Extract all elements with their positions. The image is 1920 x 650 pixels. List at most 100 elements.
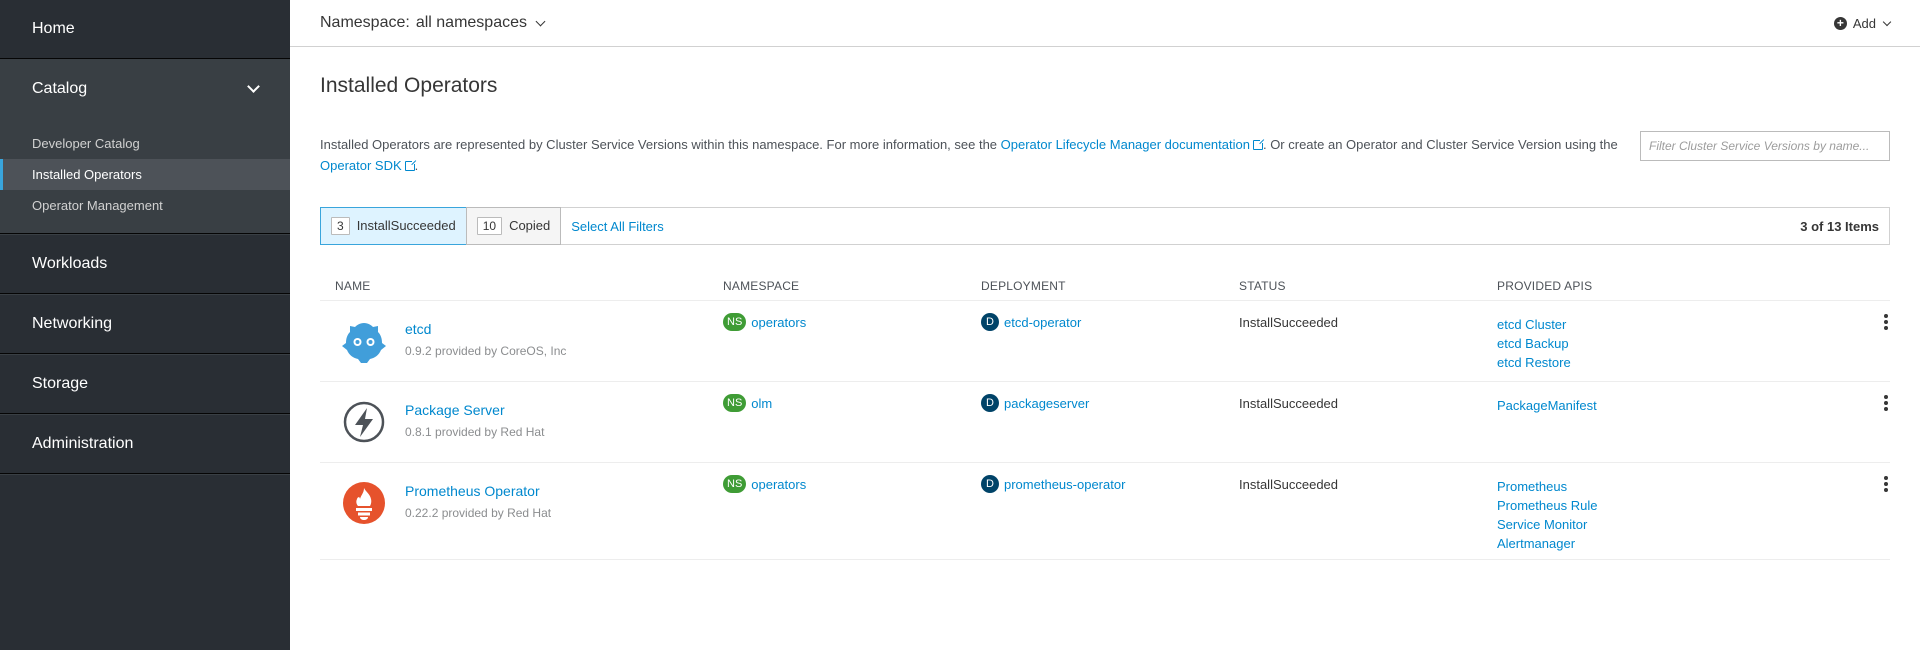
select-all-filters-link[interactable]: Select All Filters [571,219,663,234]
deployment-cell: D packageserver [981,394,1089,412]
lightning-bolt-icon [343,401,385,443]
external-link-icon [404,159,417,171]
operator-name-link[interactable]: etcd [405,321,431,337]
chevron-down-icon [1882,17,1892,26]
operator-version-provider: 0.22.2 provided by Red Hat [405,506,552,520]
external-link-icon [1252,138,1265,150]
provided-api-link[interactable]: PackageManifest [1497,396,1597,415]
nav-workloads[interactable]: Workloads [0,234,290,293]
plus-circle-icon: + [1833,16,1847,30]
nav-operator-management-label: Operator Management [32,198,163,213]
operator-version-provider: 0.8.1 provided by Red Hat [405,425,545,439]
filter-chip-label: InstallSucceeded [356,218,456,233]
filter-chip-copied[interactable]: 10 Copied [465,206,562,245]
namespace-label: Namespace: [320,14,410,31]
status-text: InstallSucceeded [1239,396,1339,411]
nav-home[interactable]: Home [0,0,290,58]
header-namespace[interactable]: NAMESPACE [723,279,799,293]
etcd-logo-icon [342,323,386,363]
row-actions-kebab-icon[interactable] [1882,314,1890,332]
row-actions-kebab-icon[interactable] [1882,476,1890,494]
operator-sdk-link[interactable]: Operator SDK [320,158,417,173]
nav-storage-label: Storage [32,374,89,392]
nav-installed-operators[interactable]: Installed Operators [0,159,290,190]
table-row: Prometheus Operator 0.22.2 provided by R… [320,463,1890,560]
provided-apis-cell: etcd Cluster etcd Backup etcd Restore [1497,315,1571,372]
namespace-cell: NS olm [723,394,772,412]
namespace-badge: NS [723,313,747,331]
header-status[interactable]: STATUS [1239,279,1286,293]
namespace-value: all namespaces [415,14,527,31]
row-filter-bar: 3 InstallSucceeded 10 Copied Select All … [320,206,1890,245]
provided-api-link[interactable]: Alertmanager [1497,534,1597,553]
provided-apis-cell: PackageManifest [1497,396,1597,415]
namespace-link[interactable]: olm [751,396,772,411]
catalog-subnav: Developer Catalog Installed Operators Op… [0,118,290,233]
namespace-cell: NS operators [723,313,806,331]
chevron-down-icon [247,79,260,93]
namespace-badge: NS [723,475,747,493]
status-text: InstallSucceeded [1239,315,1339,330]
nav-administration[interactable]: Administration [0,414,290,473]
namespace-cell: NS operators [723,475,806,493]
nav-developer-catalog-label: Developer Catalog [32,136,140,151]
add-button-label: Add [1852,15,1876,31]
provided-api-link[interactable]: etcd Restore [1497,353,1571,372]
table-row: etcd 0.9.2 provided by CoreOS, Inc NS op… [320,301,1890,382]
filter-csv-input[interactable] [1640,131,1890,161]
page-description: Installed Operators are represented by C… [320,134,1630,176]
filter-chip-count: 3 [331,216,350,235]
provided-api-link[interactable]: etcd Cluster [1497,315,1571,334]
description-text-2: . Or create an Operator and Cluster Serv… [1262,137,1618,152]
operator-name-link[interactable]: Prometheus Operator [405,483,540,499]
status-text: InstallSucceeded [1239,477,1339,492]
nav-developer-catalog[interactable]: Developer Catalog [0,128,290,159]
chevron-down-icon [535,16,546,26]
nav-networking[interactable]: Networking [0,294,290,353]
nav-networking-label: Networking [32,314,113,332]
provided-apis-cell: Prometheus Prometheus Rule Service Monit… [1497,477,1597,553]
filter-chip-label: Copied [509,218,551,233]
deployment-cell: D etcd-operator [981,313,1081,331]
add-button[interactable]: + Add [1833,15,1892,31]
nav-workloads-label: Workloads [32,254,108,272]
prometheus-flame-icon [343,482,385,524]
nav-administration-label: Administration [32,434,134,452]
sidebar: Home Catalog Developer Catalog Installed… [0,0,290,650]
namespace-selector[interactable]: Namespace: all namespaces [320,14,546,32]
namespace-link[interactable]: operators [751,477,806,492]
provided-api-link[interactable]: etcd Backup [1497,334,1571,353]
nav-home-label: Home [32,20,75,37]
nav-storage[interactable]: Storage [0,354,290,413]
row-actions-kebab-icon[interactable] [1882,395,1890,413]
olm-documentation-link[interactable]: Operator Lifecycle Manager documentation [1000,137,1265,152]
filter-chip-installsucceeded[interactable]: 3 InstallSucceeded [320,206,467,245]
header-deployment[interactable]: DEPLOYMENT [981,279,1066,293]
table-header: NAME NAMESPACE DEPLOYMENT STATUS PROVIDE… [320,271,1890,301]
deployment-link[interactable]: packageserver [1004,396,1089,411]
nav-operator-management[interactable]: Operator Management [0,190,290,221]
items-count: 3 of 13 Items [1800,218,1879,234]
olm-documentation-link-label: Operator Lifecycle Manager documentation [1000,137,1250,152]
header-name[interactable]: NAME [335,279,370,293]
namespace-badge: NS [723,394,747,412]
provided-api-link[interactable]: Service Monitor [1497,515,1597,534]
deployment-link[interactable]: prometheus-operator [1004,477,1125,492]
operator-name-link[interactable]: Package Server [405,402,505,418]
nav-catalog-label: Catalog [32,79,88,97]
header-provided-apis: PROVIDED APIS [1497,279,1593,293]
operator-sdk-link-label: Operator SDK [320,158,402,173]
namespace-link[interactable]: operators [751,315,806,330]
provided-api-link[interactable]: Prometheus Rule [1497,496,1597,515]
deployment-badge: D [981,313,999,331]
deployment-link[interactable]: etcd-operator [1004,315,1081,330]
deployment-badge: D [981,475,999,493]
filter-chip-count: 10 [476,216,503,235]
deployment-cell: D prometheus-operator [981,475,1125,493]
page-title: Installed Operators [320,74,498,97]
nav-installed-operators-label: Installed Operators [32,167,142,182]
provided-api-link[interactable]: Prometheus [1497,477,1597,496]
deployment-badge: D [981,394,999,412]
operator-version-provider: 0.9.2 provided by CoreOS, Inc [405,344,567,358]
nav-catalog[interactable]: Catalog [0,59,290,118]
